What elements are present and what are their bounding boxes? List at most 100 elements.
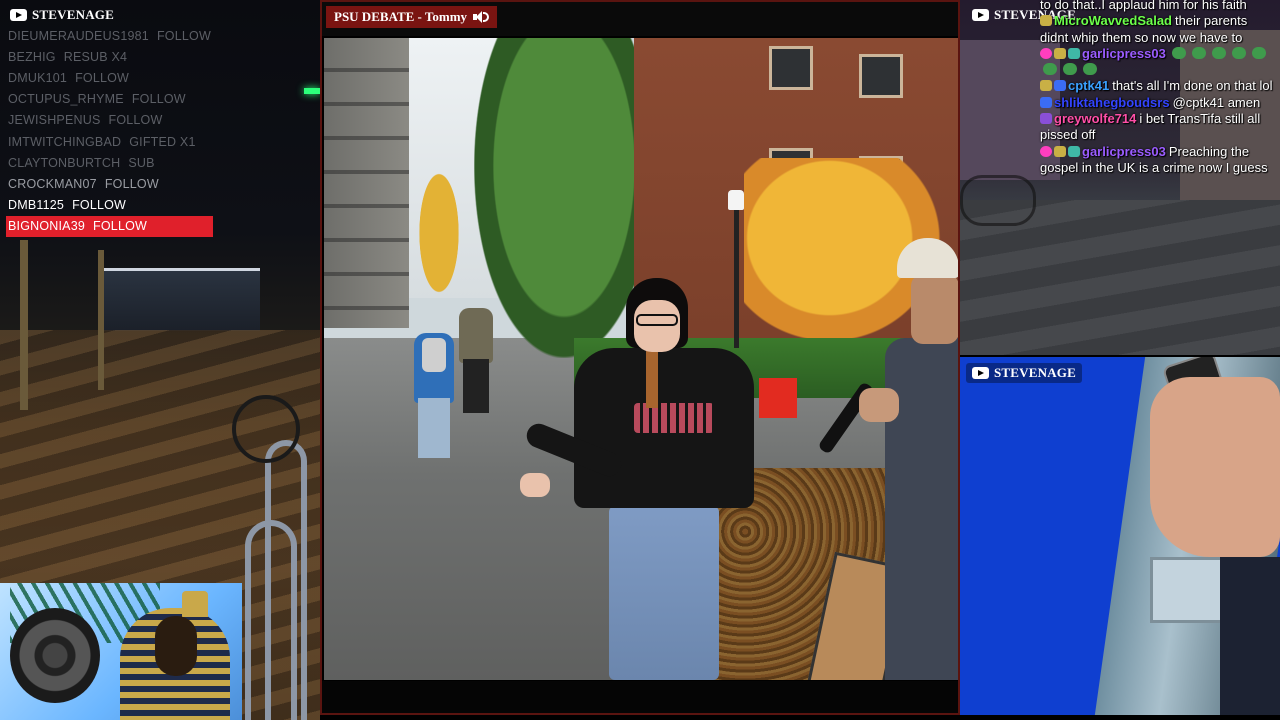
right-bottom-stream-panel: STEVENAGE: [960, 357, 1280, 715]
chat-message: garlicpress03 Preaching the gospel in the…: [1040, 144, 1276, 177]
event-item: DIEUMERAUDEUS1981 FOLLOW: [6, 25, 213, 46]
pole: [20, 240, 28, 410]
center-video-panel: PSU DEBATE - Tommy: [320, 0, 960, 715]
teal-badge-icon: [1068, 145, 1080, 157]
event-item: OCTUPUS_RHYME FOLLOW: [6, 89, 213, 110]
chat-message: shliktahegboudsrs @cptk41 amen: [1040, 95, 1276, 111]
event-username: BEZHIG: [8, 49, 56, 64]
event-feed: DIEUMERAUDEUS1981 FOLLOW BEZHIG RESUB X4 DMU…: [6, 25, 213, 237]
event-action: FOLLOW: [131, 92, 186, 107]
youtube-icon: [972, 9, 989, 21]
emote-icon: [1083, 63, 1097, 76]
event-username: DMB1125: [8, 198, 65, 213]
gold-badge-icon: [1040, 15, 1052, 27]
left-stream-panel: STEVENAGE DIEUMERAUDEUS1981 FOLLOW BEZHIG R…: [0, 0, 320, 720]
event-username: BIGNONIA39: [8, 219, 86, 234]
chat-username[interactable]: shliktahegboudsrs: [1054, 95, 1170, 110]
chat-text: @cptk41 amen: [1172, 94, 1261, 110]
gold-badge-icon: [1054, 145, 1066, 157]
sleeve: [1220, 557, 1280, 715]
event-action: GIFTED X1: [129, 134, 196, 149]
gold-badge-icon: [1054, 47, 1066, 59]
chat-message: cptk41 that's all I'm done on that lol: [1040, 78, 1276, 94]
student-walking: [459, 293, 493, 413]
emote-icon: [1171, 46, 1186, 59]
event-action: FOLLOW: [75, 70, 130, 85]
event-action: FOLLOW: [156, 28, 211, 43]
emote-icon: [1063, 63, 1077, 76]
parked-bikes: [960, 175, 1036, 226]
emote-icon: [1191, 46, 1206, 59]
event-item: BIGNONIA39 FOLLOW: [6, 215, 213, 237]
window: [769, 46, 813, 90]
event-item: CLAYTONBURTCH SUB: [6, 152, 213, 173]
event-username: DMUK101: [8, 70, 68, 85]
event-username: DIEUMERAUDEUS1981: [8, 28, 149, 43]
chat-username[interactable]: MicroWavvedSalad: [1054, 13, 1172, 28]
event-action: FOLLOW: [72, 198, 127, 213]
event-item: JEWISHPENUS FOLLOW: [6, 110, 213, 131]
video-title: PSU DEBATE - Tommy: [334, 9, 468, 24]
chat-username[interactable]: garlicpress03: [1082, 144, 1166, 159]
video-title-tag: PSU DEBATE - Tommy: [326, 6, 498, 28]
event-item: IMTWITCHINGBAD GIFTED X1: [6, 131, 213, 152]
window: [859, 54, 903, 98]
event-username: CLAYTONBURTCH: [8, 155, 121, 170]
event-action: FOLLOW: [93, 219, 148, 234]
channel-label: STEVENAGE: [10, 7, 114, 23]
event-username: CROCKMAN07: [8, 176, 97, 191]
webcam-overlay: [0, 583, 242, 720]
bike-rack: [245, 520, 297, 720]
blue-badge-icon: [1054, 80, 1066, 92]
chat-message: to do that..I applaud him for his faith: [1040, 0, 1276, 13]
yellow-tree: [414, 158, 464, 308]
pole: [98, 250, 104, 390]
chat-message: garlicpress03: [1040, 46, 1276, 79]
heart-badge-icon: [1040, 47, 1052, 59]
chat-message: MicroWavvedSalad their parents didnt whip…: [1040, 13, 1276, 46]
bicycle-wheel: [232, 395, 300, 463]
chat-text: to do that..I applaud him for his faith: [1040, 0, 1247, 12]
woman-in-hoodie: [520, 278, 774, 680]
chat-overlay: to do that..I applaud him for his faith M…: [1040, 0, 1276, 176]
event-action: RESUB X4: [63, 49, 128, 64]
pharaoh-statue: [120, 588, 230, 720]
video-title-bar: PSU DEBATE - Tommy: [322, 2, 958, 36]
chat-username[interactable]: greywolfe714: [1054, 111, 1136, 126]
heart-badge-icon: [1040, 145, 1052, 157]
event-item: BEZHIG RESUB X4: [6, 46, 213, 67]
purple-badge-icon: [1040, 113, 1052, 125]
youtube-icon: [972, 367, 989, 379]
student-with-backpack: [414, 318, 454, 458]
fan: [10, 608, 100, 703]
emote-icon: [1231, 46, 1246, 59]
video-footer-bar: [322, 681, 958, 713]
event-username: JEWISHPENUS: [8, 113, 101, 128]
chat-username[interactable]: garlicpress03: [1082, 46, 1166, 61]
video-scene: [324, 38, 958, 680]
emote-icon: [1211, 46, 1226, 59]
left-building: [324, 38, 409, 328]
chat-message: greywolfe714 i bet TransTifa still all pi…: [1040, 111, 1276, 144]
event-item: DMUK101 FOLLOW: [6, 67, 213, 88]
event-item: DMB1125 FOLLOW: [6, 195, 213, 216]
event-action: SUB: [128, 155, 155, 170]
man-with-microphone: [804, 238, 958, 680]
teal-badge-icon: [1068, 47, 1080, 59]
chat-text: that's all I'm done on that lol: [1112, 78, 1273, 94]
speaker-icon[interactable]: [473, 10, 490, 24]
blue-badge-icon: [1040, 96, 1052, 108]
background-building: [100, 268, 260, 331]
hand: [1150, 377, 1280, 557]
emote-icon: [1251, 46, 1266, 59]
event-item: CROCKMAN07 FOLLOW: [6, 173, 213, 194]
event-username: IMTWITCHINGBAD: [8, 134, 122, 149]
youtube-icon: [10, 9, 27, 21]
gold-badge-icon: [1040, 80, 1052, 92]
event-username: OCTUPUS_RHYME: [8, 92, 124, 107]
chat-username[interactable]: cptk41: [1068, 78, 1109, 93]
event-action: FOLLOW: [104, 176, 159, 191]
event-action: FOLLOW: [108, 113, 163, 128]
green-light: [304, 88, 320, 94]
emote-icon: [1043, 63, 1057, 76]
